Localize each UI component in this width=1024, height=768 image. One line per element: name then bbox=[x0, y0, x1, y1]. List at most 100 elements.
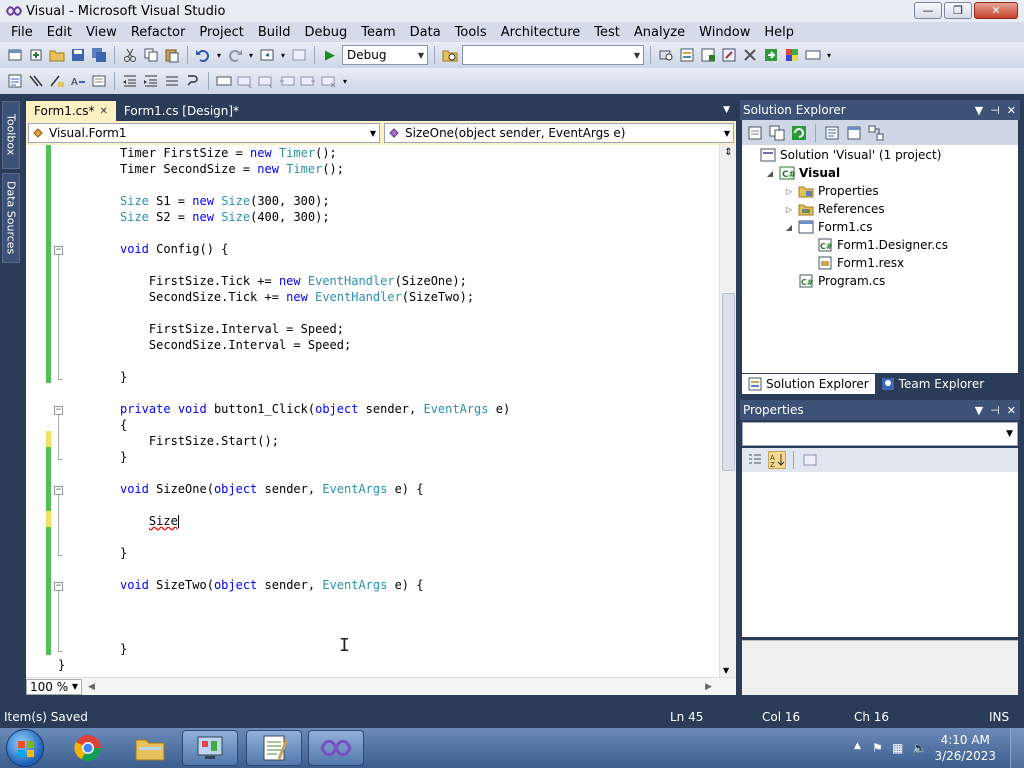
tree-node-properties[interactable]: ▷ Properties bbox=[784, 182, 879, 200]
toolbox-side-tab[interactable]: Toolbox bbox=[2, 101, 20, 169]
view-class-diagram-icon[interactable] bbox=[867, 124, 885, 142]
increase-indent-icon[interactable] bbox=[142, 72, 160, 90]
tree-node-form1-cs[interactable]: ◢ Form1.cs bbox=[784, 218, 873, 236]
data-sources-side-tab[interactable]: Data Sources bbox=[2, 173, 20, 263]
solution-configuration-combo[interactable]: Debug ▼ bbox=[342, 45, 428, 65]
code-editor[interactable]: − − − − Timer FirstSize = new Timer(); Ti… bbox=[26, 145, 736, 677]
split-handle-icon[interactable]: ⇕ bbox=[722, 147, 735, 161]
auto-hide-pin-icon[interactable]: ⊣ bbox=[990, 104, 1000, 117]
command-window-icon[interactable] bbox=[804, 46, 822, 64]
close-icon[interactable]: ✕ bbox=[1007, 404, 1016, 417]
copy-icon[interactable] bbox=[142, 46, 160, 64]
volume-icon[interactable]: 🔈 bbox=[912, 741, 927, 755]
menu-analyze[interactable]: Analyze bbox=[627, 25, 692, 40]
undo-dropdown-icon[interactable]: ▾ bbox=[215, 46, 223, 64]
window-position-icon[interactable]: ▼ bbox=[975, 404, 983, 417]
taskbar-visual-studio[interactable] bbox=[308, 730, 364, 766]
auto-hide-pin-icon[interactable]: ⊣ bbox=[990, 404, 1000, 417]
start-page-icon[interactable] bbox=[762, 46, 780, 64]
menu-edit[interactable]: Edit bbox=[40, 25, 79, 40]
properties-window-icon[interactable] bbox=[699, 46, 717, 64]
new-project-icon[interactable] bbox=[6, 46, 24, 64]
collapse-icon[interactable]: ◢ bbox=[784, 223, 794, 232]
scroll-right-icon[interactable]: ▶ bbox=[705, 682, 712, 692]
comment-lines-icon[interactable] bbox=[163, 72, 181, 90]
find-symbol-icon[interactable] bbox=[657, 46, 675, 64]
expand-icon[interactable]: ▷ bbox=[784, 205, 794, 214]
action-center-icon[interactable]: ⚑ bbox=[872, 741, 883, 755]
network-icon[interactable]: ▦ bbox=[892, 741, 903, 755]
navigate-dropdown-icon[interactable]: ▾ bbox=[279, 46, 287, 64]
tree-node-solution-visual-1-project[interactable]: Solution 'Visual' (1 project) bbox=[746, 146, 941, 164]
menu-window[interactable]: Window bbox=[692, 25, 757, 40]
properties-object-combo[interactable]: ▼ bbox=[742, 422, 1018, 446]
scroll-down-icon[interactable]: ▼ bbox=[723, 666, 729, 675]
display-quick-info-icon[interactable] bbox=[48, 72, 66, 90]
active-files-dropdown-icon[interactable]: ▼ bbox=[723, 105, 736, 115]
windows-start-button[interactable] bbox=[6, 729, 44, 767]
expand-icon[interactable]: ▷ bbox=[784, 187, 794, 196]
maximize-button[interactable]: ❐ bbox=[944, 2, 972, 19]
close-icon[interactable]: ✕ bbox=[100, 106, 108, 117]
redo-dropdown-icon[interactable]: ▾ bbox=[247, 46, 255, 64]
menu-team[interactable]: Team bbox=[354, 25, 402, 40]
tree-node-visual[interactable]: ◢ C# Visual bbox=[765, 164, 840, 182]
properties-icon[interactable] bbox=[746, 124, 764, 142]
tree-node-form1-designer-cs[interactable]: C# Form1.Designer.cs bbox=[803, 236, 948, 254]
menu-build[interactable]: Build bbox=[251, 25, 298, 40]
clear-bookmarks-icon[interactable] bbox=[320, 72, 338, 90]
tab-form1-designer[interactable]: Form1.cs [Design]* bbox=[116, 101, 247, 121]
open-folder-icon[interactable] bbox=[48, 46, 66, 64]
uncomment-lines-icon[interactable] bbox=[184, 72, 202, 90]
show-all-files-icon[interactable] bbox=[768, 124, 786, 142]
menu-file[interactable]: File bbox=[4, 25, 40, 40]
redo-icon[interactable] bbox=[226, 46, 244, 64]
display-object-member-list-icon[interactable] bbox=[6, 72, 24, 90]
property-pages-icon[interactable] bbox=[801, 451, 819, 469]
customize-toolbar-icon[interactable]: ▾ bbox=[825, 46, 833, 64]
bookmark-icon[interactable] bbox=[90, 72, 108, 90]
menu-refactor[interactable]: Refactor bbox=[124, 25, 193, 40]
vertical-scrollbar[interactable]: ⇕ ▼ bbox=[719, 145, 736, 677]
tab-team-explorer[interactable]: Team Explorer bbox=[875, 374, 991, 394]
taskbar-chrome[interactable] bbox=[60, 730, 116, 766]
previous-bookmark-icon[interactable] bbox=[236, 72, 254, 90]
display-parameter-info-icon[interactable] bbox=[27, 72, 45, 90]
categorized-icon[interactable] bbox=[746, 451, 764, 469]
extension-manager-icon[interactable] bbox=[783, 46, 801, 64]
object-browser-icon[interactable] bbox=[720, 46, 738, 64]
tab-form1-cs[interactable]: Form1.cs* ✕ bbox=[26, 101, 116, 121]
next-bookmark-icon[interactable] bbox=[257, 72, 275, 90]
view-designer-icon[interactable] bbox=[845, 124, 863, 142]
undo-icon[interactable] bbox=[194, 46, 212, 64]
find-combo[interactable]: ▼ bbox=[462, 45, 644, 65]
scrollbar-thumb[interactable] bbox=[722, 293, 735, 471]
toolbox-icon[interactable] bbox=[741, 46, 759, 64]
scroll-left-icon[interactable]: ◀ bbox=[88, 682, 95, 692]
menu-tools[interactable]: Tools bbox=[448, 25, 494, 40]
close-button[interactable]: ✕ bbox=[974, 2, 1018, 19]
alphabetical-icon[interactable]: AZ bbox=[768, 451, 786, 469]
taskbar-notepad[interactable] bbox=[246, 730, 302, 766]
previous-bookmark-in-folder-icon[interactable] bbox=[278, 72, 296, 90]
find-in-files-icon[interactable] bbox=[441, 46, 459, 64]
cut-icon[interactable] bbox=[121, 46, 139, 64]
tab-solution-explorer[interactable]: Solution Explorer bbox=[742, 374, 875, 394]
customize-toolbar-icon[interactable]: ▾ bbox=[341, 72, 349, 90]
tree-node-references[interactable]: ▷ References bbox=[784, 200, 885, 218]
tree-node-program-cs[interactable]: C# Program.cs bbox=[784, 272, 885, 290]
collapse-icon[interactable]: ◢ bbox=[765, 169, 775, 178]
clock[interactable]: 4:10 AM 3/26/2023 bbox=[934, 732, 996, 764]
decrease-indent-icon[interactable] bbox=[121, 72, 139, 90]
window-position-icon[interactable]: ▼ bbox=[975, 104, 983, 117]
minimize-button[interactable]: — bbox=[914, 2, 942, 19]
save-icon[interactable] bbox=[69, 46, 87, 64]
show-desktop-button[interactable] bbox=[1010, 728, 1024, 768]
refresh-icon[interactable] bbox=[790, 124, 808, 142]
taskbar-explorer[interactable] bbox=[122, 730, 178, 766]
toggle-bookmark-icon[interactable] bbox=[215, 72, 233, 90]
save-all-icon[interactable] bbox=[90, 46, 108, 64]
menu-view[interactable]: View bbox=[79, 25, 124, 40]
close-icon[interactable]: ✕ bbox=[1007, 104, 1016, 117]
view-code-icon[interactable] bbox=[823, 124, 841, 142]
